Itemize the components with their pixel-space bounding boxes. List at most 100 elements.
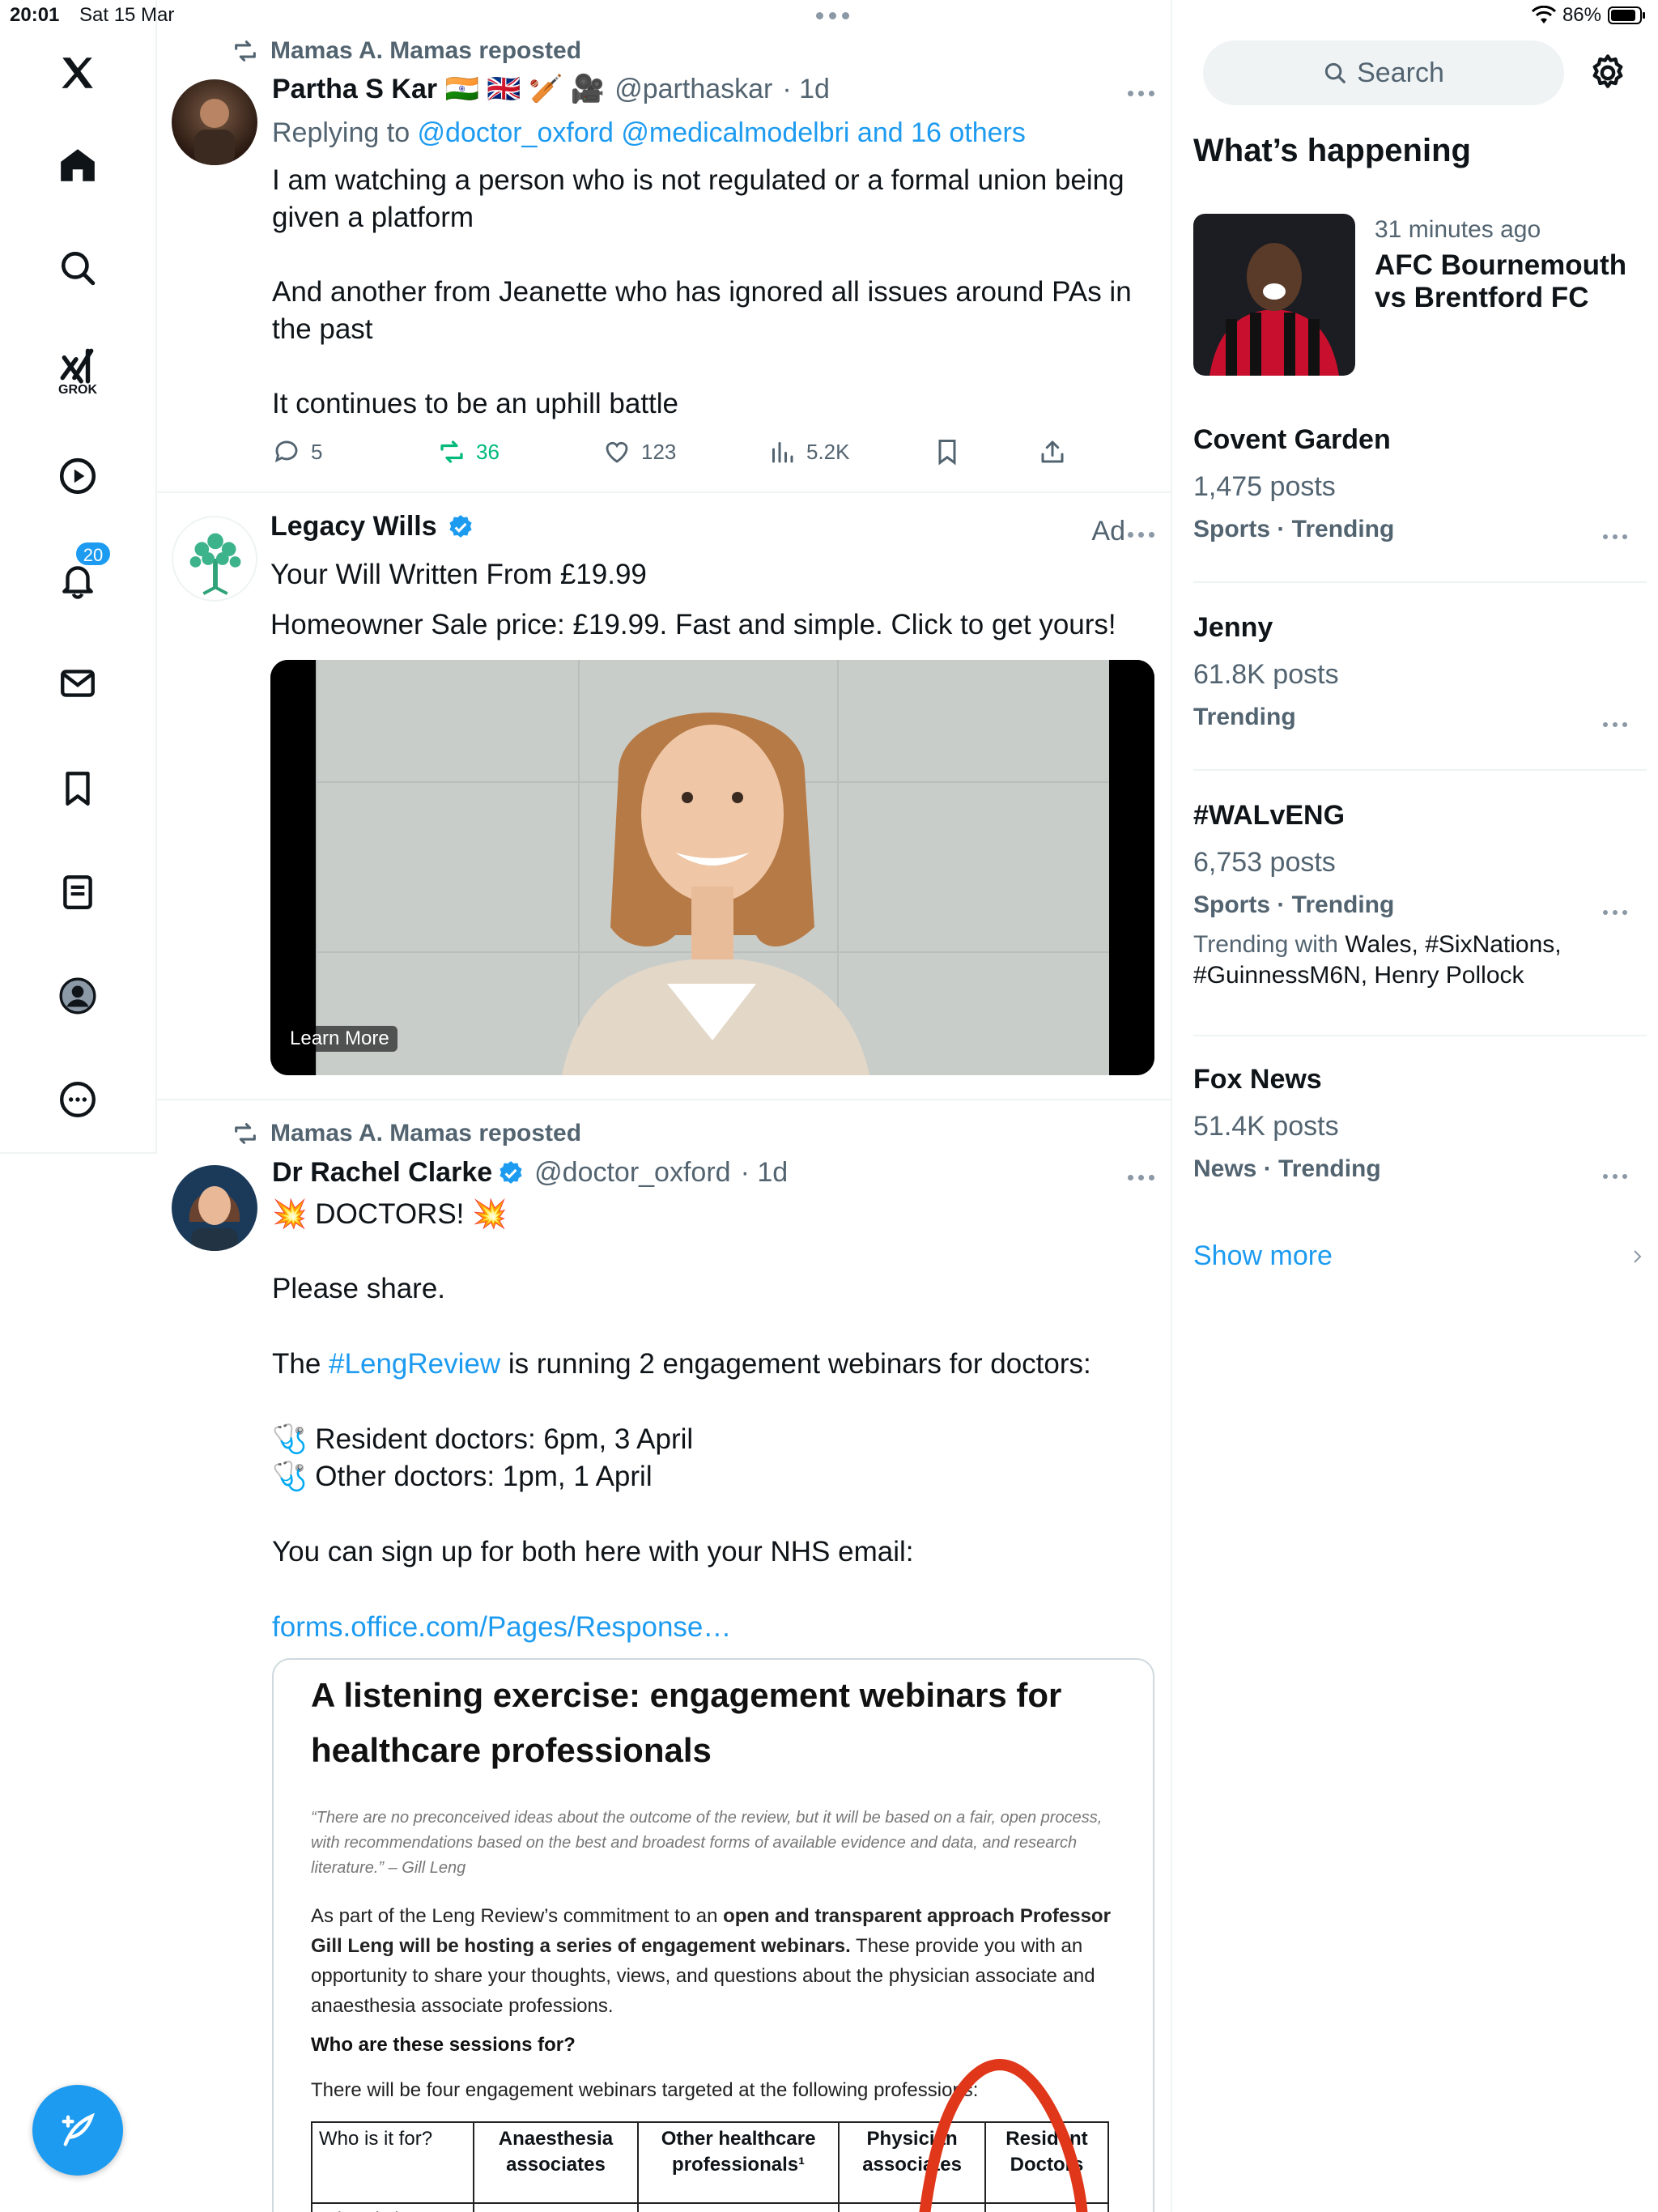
lists-icon[interactable] bbox=[42, 857, 113, 928]
legacy-wills-logo[interactable] bbox=[172, 516, 257, 602]
learn-more-button[interactable]: Learn More bbox=[282, 1026, 397, 1052]
advertiser-name[interactable]: Legacy Wills bbox=[270, 511, 437, 542]
bookmarks-icon[interactable] bbox=[42, 753, 113, 824]
more-icon[interactable] bbox=[1128, 1175, 1154, 1180]
event-card[interactable]: 31 minutes ago AFC Bournemouth vs Brentf… bbox=[1193, 214, 1647, 408]
more-icon[interactable] bbox=[1128, 91, 1154, 96]
more-icon[interactable] bbox=[1128, 532, 1154, 538]
share-button[interactable] bbox=[1038, 437, 1067, 466]
red-annotation-circle bbox=[919, 2059, 1088, 2212]
event-thumbnail bbox=[1193, 214, 1355, 376]
repost-icon bbox=[235, 40, 256, 62]
like-button[interactable]: 123 bbox=[602, 437, 767, 466]
messages-icon[interactable] bbox=[42, 648, 113, 719]
profile-icon[interactable] bbox=[42, 960, 113, 1032]
search-placeholder: Search bbox=[1357, 57, 1444, 88]
table-cell: 1-2pm on bbox=[636, 2202, 840, 2212]
repost-label: Mamas A. Mamas reposted bbox=[270, 1120, 582, 1146]
repost-button[interactable]: 36 bbox=[437, 437, 602, 466]
tweet-line-6: You can sign up for both here with your … bbox=[272, 1536, 914, 1568]
replying-to-links[interactable]: @doctor_oxford @medicalmodelbri and 16 o… bbox=[418, 117, 1026, 148]
doc-paragraph: As part of the Leng Review’s commitment … bbox=[311, 1901, 1120, 2021]
trend-more-icon[interactable] bbox=[1603, 534, 1627, 539]
avatar[interactable] bbox=[172, 1165, 257, 1251]
signup-link[interactable]: forms.office.com/Pages/Response… bbox=[272, 1609, 731, 1646]
ad-header: Legacy Wills bbox=[270, 511, 474, 542]
more-options-icon[interactable] bbox=[42, 1064, 113, 1135]
show-more-label: Show more bbox=[1193, 1240, 1333, 1271]
trend-name: Covent Garden bbox=[1193, 424, 1391, 455]
search-input[interactable]: Search bbox=[1203, 40, 1564, 105]
event-time: 31 minutes ago bbox=[1375, 216, 1541, 243]
grok-icon bbox=[60, 348, 94, 384]
search-icon bbox=[1325, 62, 1346, 83]
table-cell: Who is it for? bbox=[311, 2121, 474, 2204]
views-button[interactable]: 5.2K bbox=[767, 437, 933, 466]
trend-posts: 51.4K posts bbox=[1193, 1111, 1339, 1142]
repost-icon bbox=[440, 440, 463, 463]
avatar[interactable] bbox=[172, 79, 257, 165]
document-image[interactable]: A listening exercise: engagement webinar… bbox=[272, 1658, 1154, 2212]
repost-header: Mamas A. Mamas reposted bbox=[232, 37, 581, 65]
trending-with: Trending with Wales, #SixNations, #Guinn… bbox=[1193, 929, 1647, 991]
repost-count: 36 bbox=[476, 439, 500, 464]
left-nav: GROK 20 bbox=[0, 0, 157, 1154]
author-handle[interactable]: @doctor_oxford bbox=[534, 1157, 730, 1189]
doc-title: A listening exercise: engagement webinar… bbox=[311, 1676, 1062, 1769]
line3-prefix: The bbox=[272, 1348, 329, 1380]
trend-item[interactable]: Jenny 61.8K posts Trending bbox=[1193, 609, 1647, 771]
whats-happening-title: What’s happening bbox=[1193, 133, 1471, 168]
compose-post-button[interactable] bbox=[32, 2085, 123, 2176]
post-time: · 1d bbox=[740, 1157, 789, 1188]
author-handle[interactable]: @parthaskar bbox=[614, 74, 772, 105]
trend-item[interactable]: Fox News 51.4K posts News · Trending bbox=[1193, 1061, 1647, 1223]
reply-button[interactable]: 5 bbox=[272, 437, 437, 466]
notifications-badge: 20 bbox=[74, 541, 112, 567]
x-logo-icon[interactable] bbox=[42, 37, 113, 108]
grok-nav[interactable]: GROK bbox=[42, 335, 113, 406]
settings-gear-icon[interactable] bbox=[1587, 52, 1629, 94]
author-name[interactable]: Dr Rachel Clarke bbox=[272, 1157, 492, 1189]
trend-name: Fox News bbox=[1193, 1064, 1322, 1095]
trend-more-icon[interactable] bbox=[1603, 1174, 1627, 1179]
trend-item[interactable]: #WALvENG 6,753 posts Sports · Trending T… bbox=[1193, 797, 1647, 1036]
author-name[interactable]: Partha S Kar 🇮🇳 🇬🇧 🏏 🎥 bbox=[272, 73, 605, 105]
ad-media[interactable]: Learn More bbox=[270, 660, 1154, 1075]
table-cell: When is it? bbox=[311, 2202, 474, 2212]
tweet-line-3: The #LengReview is running 2 engagement … bbox=[272, 1346, 1091, 1383]
trend-category: Sports · Trending bbox=[1193, 516, 1395, 542]
bookmark-icon bbox=[938, 440, 956, 466]
table-cell: Anaesthesia associates bbox=[473, 2121, 639, 2204]
tweet-line-1: 💥 DOCTORS! 💥 bbox=[272, 1198, 508, 1230]
doc-para-a: As part of the Leng Review’s commitment … bbox=[311, 1905, 724, 1927]
show-more-link[interactable]: Show more bbox=[1193, 1240, 1647, 1272]
grok-label: GROK bbox=[58, 383, 97, 397]
repost-label: Mamas A. Mamas reposted bbox=[270, 37, 582, 64]
chevron-right-icon bbox=[1634, 1249, 1642, 1263]
app-root: 20:01 Sat 15 Mar 86% GROK 20 Mamas A. Ma… bbox=[0, 0, 1658, 2212]
reply-count: 5 bbox=[311, 439, 323, 464]
share-icon bbox=[1041, 440, 1064, 463]
trend-posts: 1,475 posts bbox=[1193, 471, 1336, 502]
trend-category: Trending bbox=[1193, 704, 1296, 730]
line3-suffix: is running 2 engagement webinars for doc… bbox=[500, 1348, 1091, 1380]
post-time: · 1d bbox=[782, 74, 830, 104]
doc-quote: “There are no preconceived ideas about t… bbox=[311, 1809, 1103, 1877]
tweet-partha[interactable]: Mamas A. Mamas reposted Partha S Kar 🇮🇳 … bbox=[157, 0, 1172, 493]
trend-item[interactable]: Covent Garden 1,475 posts Sports · Trend… bbox=[1193, 421, 1647, 583]
hashtag-lengreview[interactable]: #LengReview bbox=[329, 1348, 500, 1380]
tweet-header: Dr Rachel Clarke @doctor_oxford · 1d bbox=[272, 1157, 788, 1189]
trend-name: Jenny bbox=[1193, 612, 1273, 643]
explore-search-icon[interactable] bbox=[42, 232, 113, 304]
home-icon[interactable] bbox=[42, 130, 113, 201]
ad-headline: Your Will Written From £19.99 bbox=[270, 559, 647, 590]
trend-more-icon[interactable] bbox=[1603, 910, 1627, 915]
video-icon[interactable] bbox=[42, 440, 113, 512]
trend-posts: 61.8K posts bbox=[1193, 659, 1339, 690]
tweet-line-5: 🩺 Other doctors: 1pm, 1 April bbox=[272, 1461, 653, 1492]
notifications-nav[interactable]: 20 bbox=[42, 541, 113, 615]
doc-subheading: Who are these sessions for? bbox=[311, 2034, 576, 2056]
bookmark-button[interactable] bbox=[933, 437, 1038, 466]
trend-more-icon[interactable] bbox=[1603, 722, 1627, 727]
repost-header: Mamas A. Mamas reposted bbox=[232, 1120, 581, 1147]
